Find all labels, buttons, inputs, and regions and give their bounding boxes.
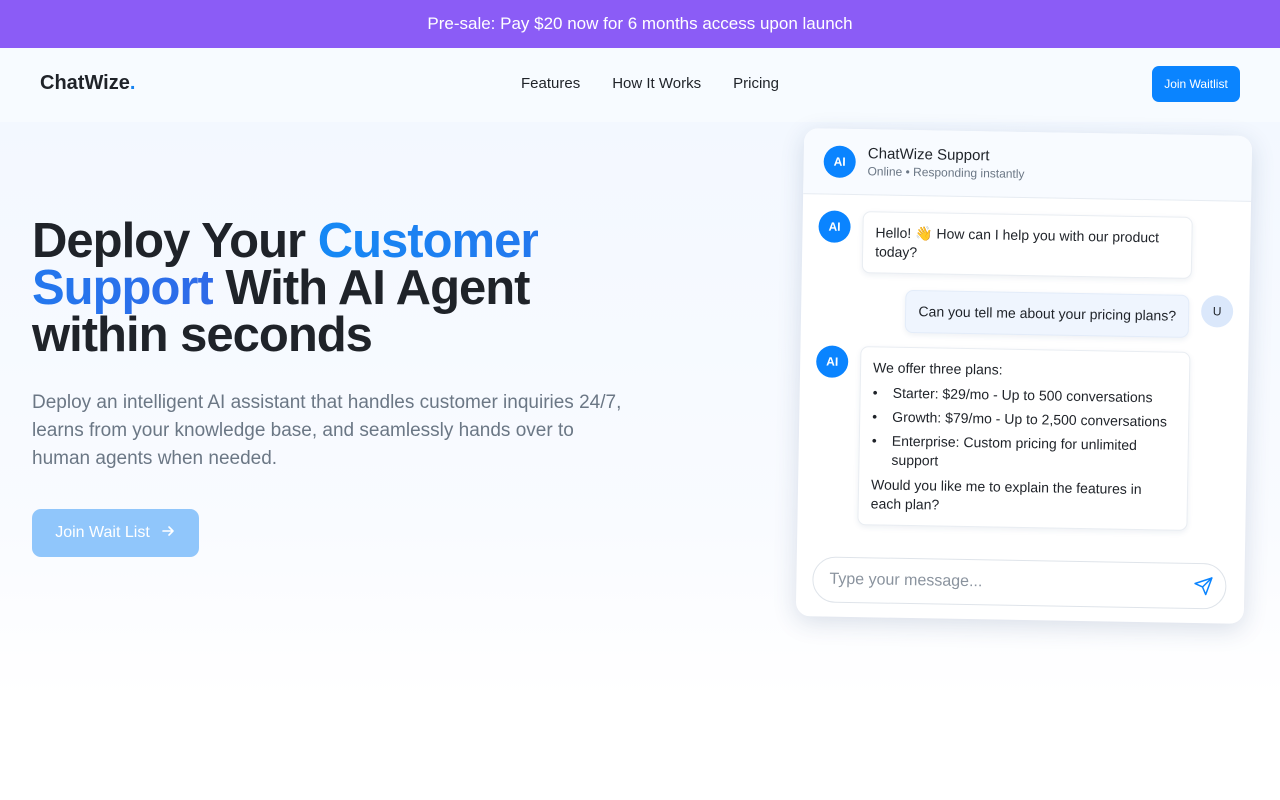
bot-message-pricing: We offer three plans: Starter: $29/mo - … (857, 346, 1191, 531)
hero-title: Deploy Your Customer Support With AI Age… (32, 217, 652, 360)
join-waitlist-button[interactable]: Join Waitlist (1152, 66, 1240, 102)
chat-messages: AI Hello! 👋 How can I help you with our … (797, 194, 1251, 532)
ai-avatar: AI (815, 345, 849, 378)
chat-agent-name: ChatWize Support (867, 145, 990, 165)
plan-item-enterprise: Enterprise: Custom pricing for unlimited… (871, 431, 1176, 474)
chat-input-bar (812, 556, 1227, 610)
user-avatar: U (1200, 295, 1234, 328)
ai-avatar: AI (823, 144, 856, 178)
nav-link-pricing[interactable]: Pricing (733, 75, 779, 92)
logo-dot: . (129, 72, 136, 94)
join-wait-list-button[interactable]: Join Wait List (32, 509, 199, 557)
bot-message: Hello! 👋 How can I help you with our pro… (861, 211, 1193, 279)
hero-title-part1: Deploy Your (32, 214, 318, 268)
plan-item-growth: Growth: $79/mo - Up to 2,500 conversatio… (872, 407, 1176, 431)
presale-banner: Pre-sale: Pay $20 now for 6 months acces… (0, 0, 1280, 48)
join-wait-list-label: Join Wait List (55, 524, 150, 541)
bot-message-row: AI We offer three plans: Starter: $29/mo… (813, 345, 1232, 531)
pricing-outro: Would you like me to explain the feature… (870, 476, 1142, 513)
nav-links: Features How It Works Pricing (521, 75, 779, 92)
logo-text: ChatWize (40, 72, 130, 94)
plan-item-starter: Starter: $29/mo - Up to 500 conversation… (873, 383, 1177, 407)
arrow-right-icon (160, 523, 176, 544)
chat-header: AI ChatWize Support Online • Responding … (803, 128, 1253, 202)
top-navbar: ChatWize. Features How It Works Pricing … (0, 48, 1280, 122)
chat-widget: AI ChatWize Support Online • Responding … (795, 128, 1253, 624)
bot-message-row: AI Hello! 👋 How can I help you with our … (818, 210, 1235, 279)
hero-subtitle: Deploy an intelligent AI assistant that … (32, 392, 622, 469)
chat-header-text: ChatWize Support Online • Responding ins… (867, 145, 1025, 181)
send-icon[interactable] (1191, 574, 1215, 598)
chat-message-input[interactable] (829, 570, 1192, 595)
banner-text: Pre-sale: Pay $20 now for 6 months acces… (427, 14, 853, 33)
chat-agent-status: Online • Responding instantly (867, 164, 1025, 181)
nav-link-how-it-works[interactable]: How It Works (612, 75, 701, 92)
nav-link-features[interactable]: Features (521, 75, 580, 92)
pricing-intro: We offer three plans: (872, 359, 1003, 378)
user-message-row: Can you tell me about your pricing plans… (817, 288, 1234, 338)
ai-avatar: AI (818, 210, 851, 243)
logo[interactable]: ChatWize. (40, 72, 135, 95)
pricing-plan-list: Starter: $29/mo - Up to 500 conversation… (871, 383, 1176, 474)
user-message: Can you tell me about your pricing plans… (905, 289, 1190, 338)
